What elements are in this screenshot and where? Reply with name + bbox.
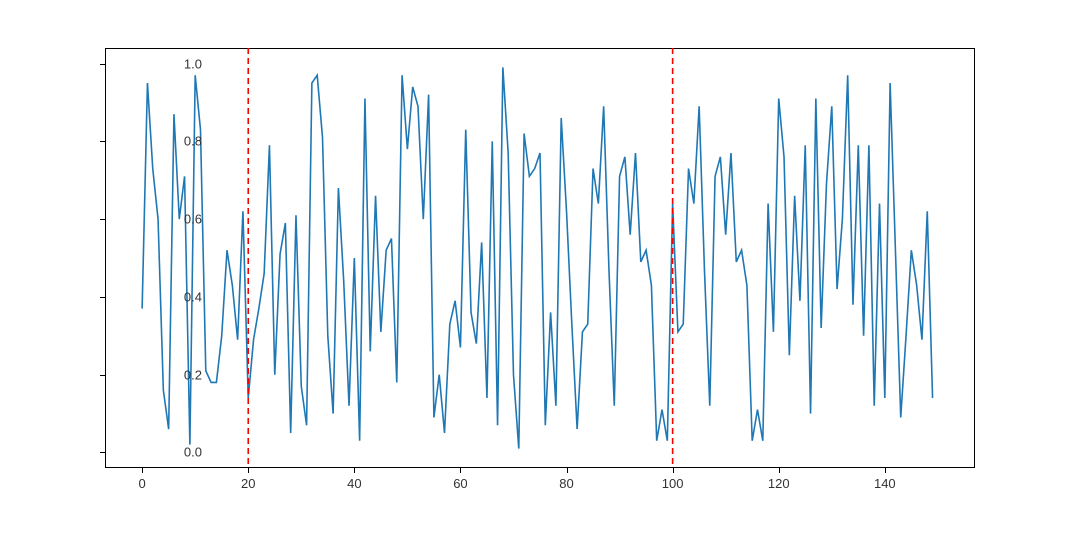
y-tick-mark	[100, 141, 105, 142]
y-tick-label: 0.2	[184, 367, 202, 382]
x-tick-mark	[673, 468, 674, 473]
x-tick-mark	[142, 468, 143, 473]
y-tick-mark	[100, 375, 105, 376]
x-tick-mark	[779, 468, 780, 473]
data-line	[142, 67, 932, 448]
x-tick-label: 100	[662, 476, 684, 491]
y-tick-mark	[100, 297, 105, 298]
x-tick-mark	[248, 468, 249, 473]
x-tick-mark	[460, 468, 461, 473]
y-tick-label: 0.4	[184, 289, 202, 304]
y-tick-mark	[100, 452, 105, 453]
y-tick-label: 1.0	[184, 56, 202, 71]
x-tick-label: 120	[768, 476, 790, 491]
x-tick-label: 60	[453, 476, 467, 491]
y-tick-mark	[100, 219, 105, 220]
y-tick-mark	[100, 64, 105, 65]
x-tick-label: 140	[874, 476, 896, 491]
x-tick-mark	[567, 468, 568, 473]
y-tick-label: 0.0	[184, 445, 202, 460]
x-tick-label: 40	[347, 476, 361, 491]
x-tick-mark	[885, 468, 886, 473]
chart-container	[105, 48, 975, 468]
x-tick-mark	[354, 468, 355, 473]
x-tick-label: 0	[139, 476, 146, 491]
x-tick-label: 20	[241, 476, 255, 491]
y-tick-label: 0.6	[184, 212, 202, 227]
x-tick-label: 80	[559, 476, 573, 491]
line-chart-svg	[105, 48, 975, 468]
y-tick-label: 0.8	[184, 134, 202, 149]
